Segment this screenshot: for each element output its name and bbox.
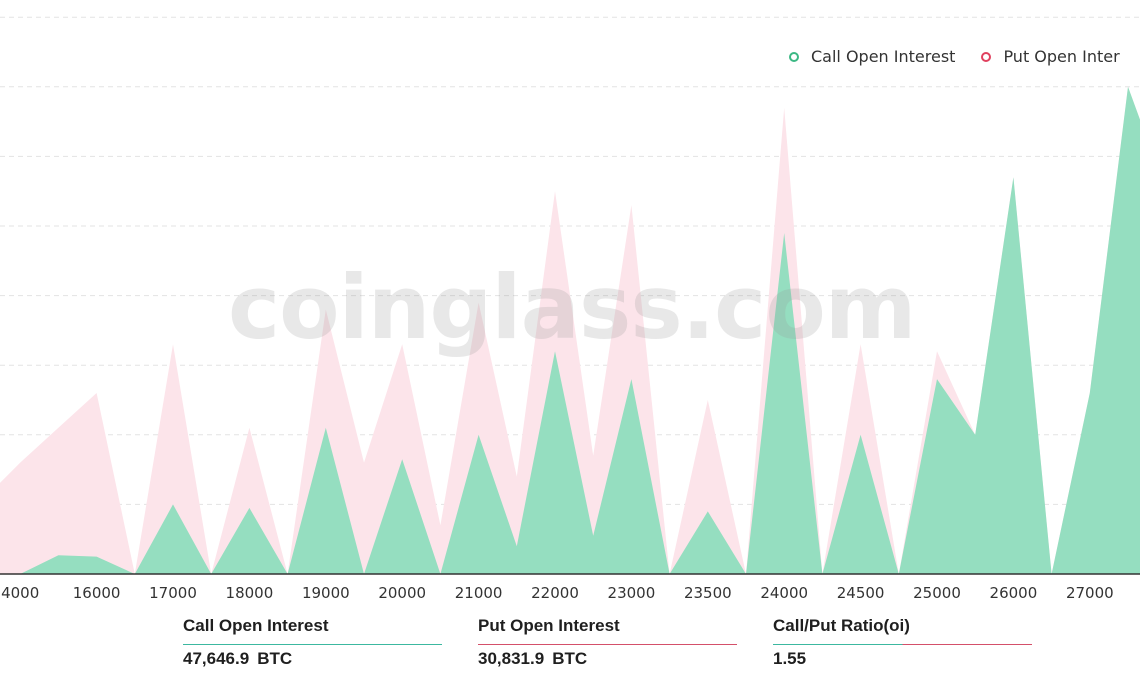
x-tick-label: 27000: [1066, 584, 1114, 602]
stat-title: Call Open Interest: [183, 616, 329, 635]
stat-value: 30,831.9 BTC: [478, 649, 588, 668]
legend: Call Open Interest Put Open Inter: [789, 47, 1140, 66]
x-tick-label: 25000: [913, 584, 961, 602]
call-legend-dot-icon: [789, 51, 799, 62]
stat-value: 1.55: [773, 649, 807, 668]
legend-item-call[interactable]: Call Open Interest: [789, 47, 955, 66]
x-tick-label: 21000: [455, 584, 503, 602]
x-tick-label: 22000: [531, 584, 579, 602]
x-tick-label: 23500: [684, 584, 732, 602]
x-tick-label: 20000: [378, 584, 426, 602]
stat-value: 47,646.9 BTC: [183, 649, 293, 668]
area-series: [0, 86, 1140, 574]
x-tick-label: 24500: [837, 584, 885, 602]
stat-underline: [773, 644, 1032, 645]
stat-title: Call/Put Ratio(oi): [773, 616, 910, 635]
stat-call-oi: Call Open Interest 47,646.9 BTC: [183, 616, 442, 669]
x-tick-label: 16000: [73, 584, 121, 602]
summary-stats: Call Open Interest 47,646.9 BTC Put Open …: [183, 616, 1068, 669]
x-tick-label: 26000: [990, 584, 1038, 602]
x-tick-label: 23000: [608, 584, 656, 602]
legend-label-put: Put Open Inter: [1003, 47, 1120, 66]
x-tick-label: 18000: [226, 584, 274, 602]
x-axis-labels: 4000 16000 17000 18000 19000 20000 21000 22000 2…: [1, 584, 1114, 602]
stat-underline: [183, 644, 442, 645]
legend-item-put[interactable]: Put Open Inter: [981, 47, 1120, 66]
x-tick-label: 24000: [760, 584, 808, 602]
stat-call-put-ratio: Call/Put Ratio(oi) 1.55: [773, 616, 1032, 669]
stat-put-oi: Put Open Interest 30,831.9 BTC: [478, 616, 737, 669]
x-tick-label: 4000: [1, 584, 39, 602]
x-tick-label: 17000: [149, 584, 197, 602]
stat-title: Put Open Interest: [478, 616, 620, 635]
x-tick-label: 19000: [302, 584, 350, 602]
put-legend-dot-icon: [981, 51, 992, 62]
stat-underline: [478, 644, 737, 645]
open-interest-chart: 4000 16000 17000 18000 19000 20000 21000 22000 2…: [0, 16, 1140, 602]
legend-label-call: Call Open Interest: [811, 47, 956, 66]
